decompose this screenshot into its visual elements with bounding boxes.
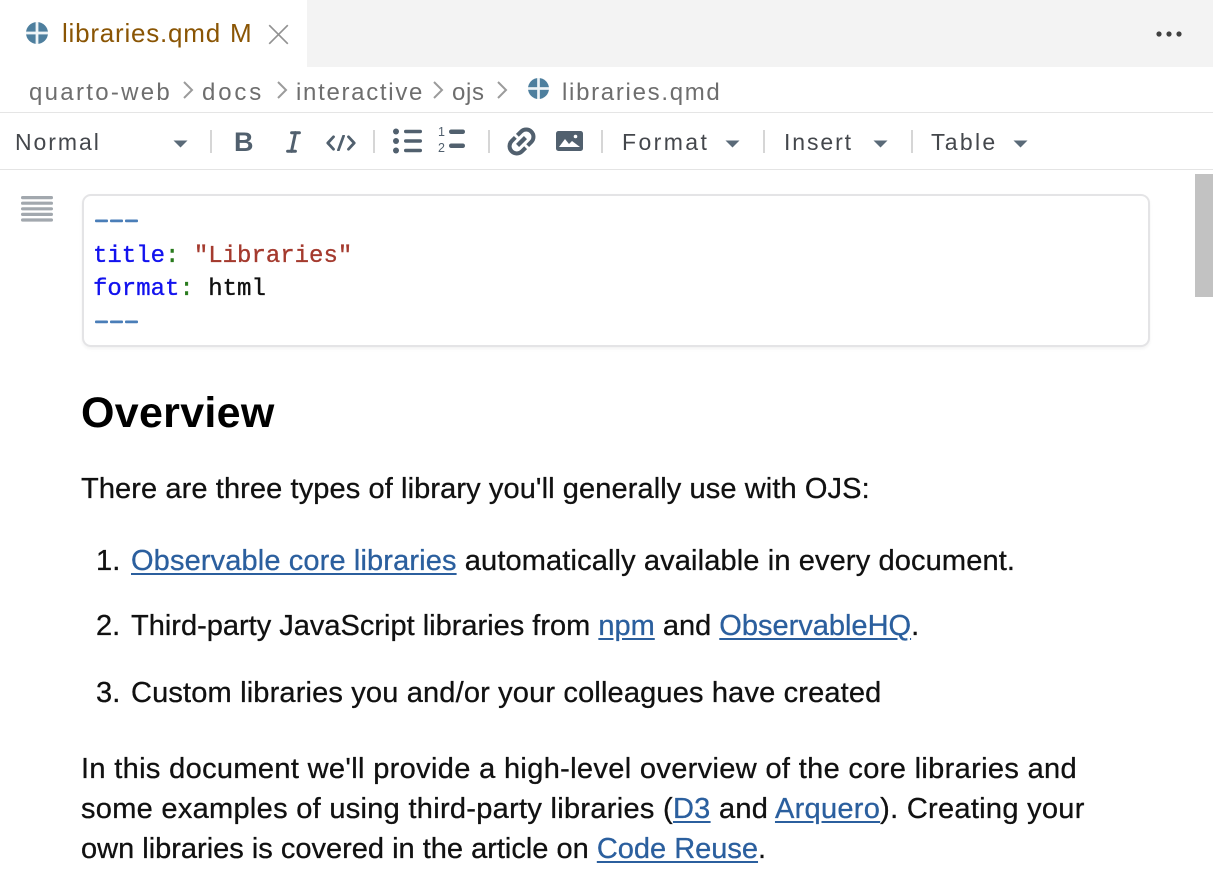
svg-text:2: 2 xyxy=(438,141,445,154)
svg-text:1: 1 xyxy=(438,126,445,139)
